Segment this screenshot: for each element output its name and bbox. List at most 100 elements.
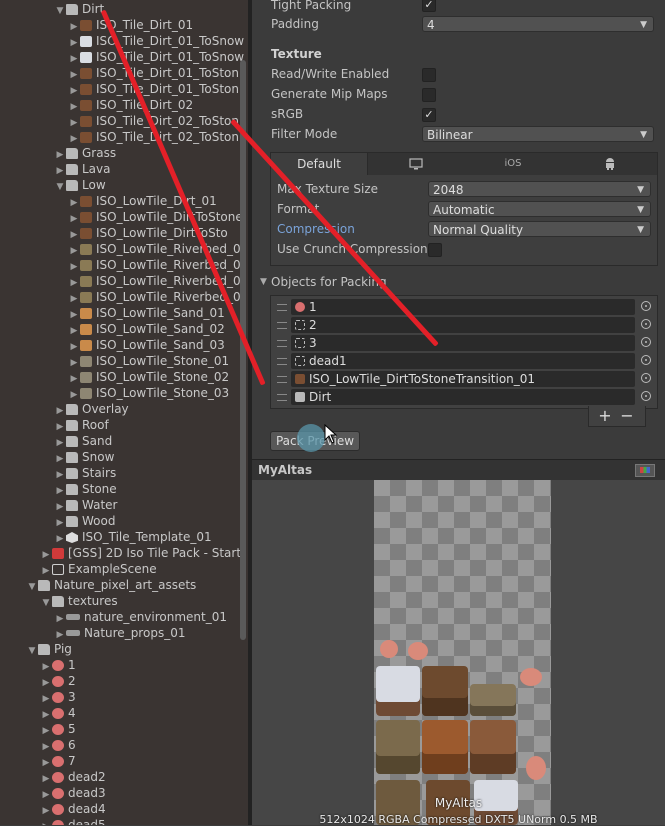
tree-folder-item[interactable]: ▼ Nature_pixel_art_assets	[26, 577, 197, 595]
tree-asset-item[interactable]: ▶ ISO_LowTile_Sand_02	[68, 321, 225, 337]
tree-asset-item[interactable]: ▶ dead5	[40, 817, 106, 825]
srgb-checkbox[interactable]: ✓	[422, 108, 436, 122]
tree-asset-item[interactable]: ▶ ISO_LowTile_Dirt_01	[68, 193, 217, 209]
tree-asset-item[interactable]: ▶ 1	[40, 657, 76, 673]
tight-packing-checkbox[interactable]: ✓	[422, 0, 436, 12]
padding-dropdown[interactable]: 4 ▼	[422, 16, 654, 32]
remove-item-button[interactable]: −	[617, 406, 637, 426]
tree-folder-item[interactable]: ▶ Lava	[54, 161, 111, 177]
foldout-arrow-icon[interactable]: ▼	[260, 273, 267, 291]
drag-handle-icon[interactable]	[277, 304, 287, 311]
tree-folder-item[interactable]: ▼ Pig	[26, 641, 72, 657]
drag-handle-icon[interactable]	[277, 322, 287, 329]
tree-asset-item[interactable]: ▶ ISO_Tile_Dirt_01_ToSton	[68, 81, 239, 97]
chevron-down-icon[interactable]: ▼	[40, 595, 52, 611]
tree-item-label: Lava	[82, 162, 111, 176]
list-item[interactable]: 1	[271, 298, 657, 316]
list-item[interactable]: ISO_LowTile_DirtToStoneTransition_01	[271, 370, 657, 388]
object-picker-icon[interactable]	[641, 373, 651, 383]
tree-asset-item[interactable]: ▶ ISO_Tile_Dirt_01_ToSnow	[68, 33, 245, 49]
tree-asset-item[interactable]: ▶ dead4	[40, 801, 106, 817]
tree-folder-item[interactable]: ▼ textures	[40, 593, 118, 609]
drag-handle-icon[interactable]	[277, 358, 287, 365]
drag-handle-icon[interactable]	[277, 394, 287, 401]
list-item[interactable]: 3	[271, 334, 657, 352]
tree-asset-item[interactable]: ▶ISO_Tile_Dirt_02	[68, 97, 194, 113]
tree-folder-item[interactable]: ▼ Low	[54, 177, 106, 193]
tree-asset-item[interactable]: ▶ [GSS] 2D Iso Tile Pack - Start	[40, 545, 242, 561]
tree-asset-item[interactable]: ▶ ExampleScene	[40, 561, 157, 577]
object-picker-icon[interactable]	[641, 337, 651, 347]
tree-folder-item[interactable]: ▶ Stairs	[54, 465, 117, 481]
object-picker-icon[interactable]	[641, 301, 651, 311]
generate-mips-checkbox[interactable]	[422, 88, 436, 102]
tree-asset-item[interactable]: ▶ ISO_LowTile_Riverbed_0	[68, 241, 241, 257]
chevron-down-icon[interactable]: ▼	[54, 179, 66, 195]
compression-dropdown[interactable]: Normal Quality ▼	[428, 221, 651, 237]
tab-standalone[interactable]	[368, 153, 464, 175]
tree-folder-item[interactable]: ▶ Overlay	[54, 401, 129, 417]
list-item[interactable]: dead1	[271, 352, 657, 370]
list-item[interactable]: 2	[271, 316, 657, 334]
object-field[interactable]: dead1	[291, 353, 635, 369]
tree-folder-item[interactable]: ▼ Dirt	[54, 1, 105, 19]
tree-folder-item[interactable]: ▶ Wood	[54, 513, 116, 529]
tree-item-label: ISO_LowTile_Riverbed_0	[96, 290, 241, 304]
object-field[interactable]: ISO_LowTile_DirtToStoneTransition_01	[291, 371, 635, 387]
object-field[interactable]: Dirt	[291, 389, 635, 405]
tree-folder-item[interactable]: ▶ Water	[54, 497, 118, 513]
tree-asset-item[interactable]: ▶ 5	[40, 721, 76, 737]
chevron-down-icon[interactable]: ▼	[54, 3, 66, 19]
tree-asset-item[interactable]: ▶ ISO_Tile_Dirt_01_ToSnow	[68, 49, 245, 65]
tree-asset-item[interactable]: ▶ Nature_props_01	[54, 625, 186, 641]
drag-handle-icon[interactable]	[277, 376, 287, 383]
object-picker-icon[interactable]	[641, 355, 651, 365]
list-item[interactable]: Dirt	[271, 388, 657, 406]
read-write-checkbox[interactable]	[422, 68, 436, 82]
object-picker-icon[interactable]	[641, 319, 651, 329]
tree-asset-item[interactable]: ▶ ISO_Tile_Template_01	[54, 529, 212, 545]
sprite-atlas-inspector: Tight Packing ✓ Padding 4 ▼ Texture Read…	[252, 0, 665, 826]
chevron-down-icon[interactable]: ▼	[26, 579, 38, 595]
tree-asset-item[interactable]: ▶ 4	[40, 705, 76, 721]
tree-item-label: Stairs	[82, 466, 117, 480]
chevron-down-icon[interactable]: ▼	[26, 643, 38, 659]
tab-ios[interactable]: iOS	[465, 153, 561, 175]
chevron-right-icon[interactable]: ▶	[40, 819, 52, 825]
atlas-preview: MyAltas 512x1024 RGBA Compressed DXT5 UN…	[252, 480, 665, 826]
object-field[interactable]: 1	[291, 299, 635, 315]
tree-asset-item[interactable]: ▶ ISO_LowTile_Stone_02	[68, 369, 230, 385]
tree-folder-item[interactable]: ▶ Stone	[54, 481, 117, 497]
object-picker-icon[interactable]	[641, 391, 651, 401]
tree-folder-item[interactable]: ▶ Sand	[54, 433, 113, 449]
tree-asset-item[interactable]: ▶ ISO_LowTile_DirtToStone	[68, 209, 243, 225]
max-texture-size-dropdown[interactable]: 2048 ▼	[428, 181, 651, 197]
tree-folder-item[interactable]: ▶ Roof	[54, 417, 109, 433]
tree-asset-item[interactable]: ▶ 7	[40, 753, 76, 769]
tree-asset-item[interactable]: ▶ ISO_LowTile_Riverbed_0	[68, 289, 241, 305]
tree-folder-item[interactable]: ▶ Snow	[54, 449, 115, 465]
filter-mode-dropdown[interactable]: Bilinear ▼	[422, 126, 654, 142]
tree-asset-item[interactable]: ▶ 6	[40, 737, 76, 753]
format-dropdown[interactable]: Automatic ▼	[428, 201, 651, 217]
tree-asset-item[interactable]: ▶ dead3	[40, 785, 106, 801]
drag-handle-icon[interactable]	[277, 340, 287, 347]
add-item-button[interactable]: +	[595, 406, 615, 426]
tree-asset-item[interactable]: ▶ ISO_Tile_Dirt_01	[68, 17, 194, 33]
tree-asset-item[interactable]: ▶ ISO_Tile_Dirt_01_ToSton	[68, 65, 239, 81]
tree-asset-item[interactable]: ▶ ISO_LowTile_Stone_01	[68, 353, 230, 369]
tree-asset-item[interactable]: ▶ 3	[40, 689, 76, 705]
tree-asset-item[interactable]: ▶ ISO_LowTile_Sand_03	[68, 337, 225, 353]
crunch-compression-checkbox[interactable]	[428, 243, 442, 257]
tree-asset-item[interactable]: ▶ ISO_LowTile_Sand_01	[68, 305, 225, 321]
tree-folder-item[interactable]: ▶ Grass	[54, 145, 117, 161]
tab-default[interactable]: Default	[271, 153, 368, 175]
channel-toggle-icon[interactable]	[635, 464, 655, 477]
object-field[interactable]: 3	[291, 335, 635, 351]
tree-asset-item[interactable]: ▶ nature_environment_01	[54, 609, 227, 625]
tree-asset-item[interactable]: ▶ dead2	[40, 769, 106, 785]
tree-asset-item[interactable]: ▶ 2	[40, 673, 76, 689]
tab-android[interactable]	[562, 153, 657, 175]
object-field[interactable]: 2	[291, 317, 635, 333]
tree-asset-item[interactable]: ▶ ISO_LowTile_Stone_03	[68, 385, 230, 401]
